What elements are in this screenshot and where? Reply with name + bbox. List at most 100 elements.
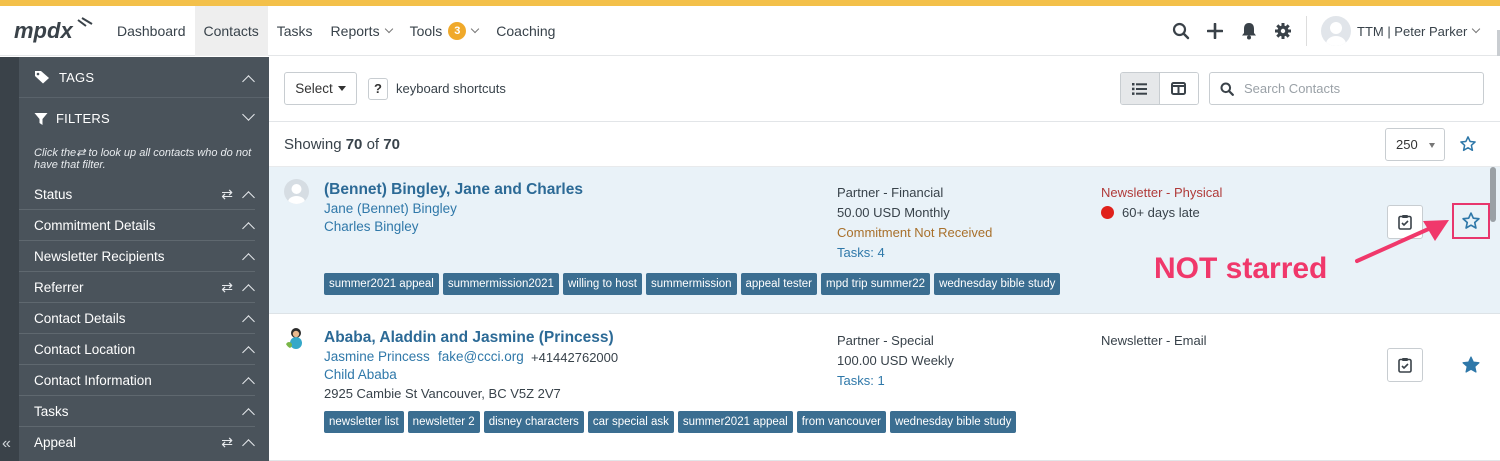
search-icon[interactable] [1164,6,1198,56]
contact-name-link[interactable]: Ababa, Aladdin and Jasmine (Princess) [324,329,614,347]
tag-chip[interactable]: car special ask [587,411,674,433]
newsletter-status: Newsletter - Email [1101,333,1207,348]
tags-label: TAGS [59,69,95,85]
plus-icon[interactable] [1198,6,1232,56]
bell-icon[interactable] [1232,6,1266,56]
star-filled-icon[interactable] [1461,355,1481,378]
tag-chip[interactable]: newsletter list [324,411,404,433]
filter-contact-information[interactable]: Contact Information [19,365,255,396]
filter-appeal[interactable]: Appeal ⇄ [19,427,255,458]
filter-newsletter-recipients[interactable]: Newsletter Recipients [19,241,255,272]
select-dropdown-button[interactable]: Select [284,72,357,105]
add-task-button[interactable] [1387,348,1423,382]
tag-chip[interactable]: wednesday bible study [889,411,1017,433]
person-link[interactable]: Jane (Bennet) Bingley [324,201,457,216]
tasks-link[interactable]: Tasks: 4 [837,245,885,260]
tag-chip[interactable]: newsletter 2 [407,411,480,433]
annotation-arrow [1355,220,1449,263]
sidebar-collapse-strip[interactable]: « [0,57,19,461]
contact-row[interactable]: Ababa, Aladdin and Jasmine (Princess) Ja… [269,315,1500,461]
commitment-amount: 100.00 USD Weekly [837,353,954,368]
tasks-link[interactable]: Tasks: 1 [837,373,885,388]
collapse-sidebar-icon[interactable]: « [2,435,11,453]
search-contacts-input[interactable] [1244,81,1464,96]
filter-commitment-details[interactable]: Commitment Details [19,210,255,241]
mpdx-logo[interactable]: mpdx [14,16,96,46]
filter-referrer[interactable]: Referrer ⇄ [19,272,255,303]
filter-status[interactable]: Status ⇄ [19,179,255,210]
user-label: TTM | Peter Parker [1357,23,1468,39]
filter-label: Newsletter Recipients [34,248,165,264]
filter-label: Contact Information [34,372,152,388]
swap-icon[interactable]: ⇄ [221,279,233,296]
email-link[interactable]: fake@ccci.org [438,349,524,364]
tag-chip[interactable]: appeal tester [740,273,818,295]
tag-chip[interactable]: summer2021 appeal [324,273,439,295]
columns-icon [1171,82,1187,95]
chevron-up-icon [242,189,255,204]
contact-row[interactable]: (Bennet) Bingley, Jane and Charles Jane … [269,167,1500,314]
filter-icon [34,112,48,125]
caret-down-icon [1429,143,1435,148]
avatar [1321,16,1351,46]
phone-number[interactable]: +41442762000 [531,350,618,365]
nav-contacts[interactable]: Contacts [194,6,268,56]
list-scrollbar-thumb[interactable] [1490,167,1496,222]
chevron-up-icon [242,344,255,359]
tag-chip[interactable]: from vancouver [796,411,886,433]
filter-label: Referrer [34,279,84,295]
keyboard-shortcuts-link[interactable]: keyboard shortcuts [396,81,506,96]
nav-reports[interactable]: Reports [322,6,401,56]
filter-contact-details[interactable]: Contact Details [19,303,255,334]
chevron-up-icon [242,220,255,235]
tag-chip[interactable]: willing to host [562,273,642,295]
filter-tasks[interactable]: Tasks [19,396,255,427]
tag-chip[interactable]: mpd trip summer22 [821,273,931,295]
tags-section-header[interactable]: TAGS [19,57,269,98]
filters-section-header[interactable]: FILTERS [19,98,269,139]
nav-dashboard[interactable]: Dashboard [108,6,195,56]
contact-name-link[interactable]: (Bennet) Bingley, Jane and Charles [324,181,583,199]
tag-chip[interactable]: summermission2021 [442,273,559,295]
person-link[interactable]: Charles Bingley [324,219,419,234]
filter-label: Appeal [34,435,77,450]
chevron-up-icon [242,73,255,88]
tag-chip[interactable]: disney characters [483,411,584,433]
star-filter-icon[interactable] [1459,135,1477,156]
nav-tasks-label: Tasks [276,23,313,39]
per-page-select[interactable]: 250 [1385,128,1445,161]
showing-count: Showing 70 of 70 [284,136,400,153]
user-menu[interactable]: TTM | Peter Parker [1321,16,1481,46]
clipboard-icon [1398,358,1412,373]
filter-contact-location[interactable]: Contact Location [19,334,255,365]
select-label: Select [295,81,333,96]
nav-coaching[interactable]: Coaching [487,6,564,56]
list-view-button[interactable] [1121,73,1160,104]
person-link[interactable]: Jasmine Princess [324,349,430,364]
tag-chip[interactable]: summermission [646,273,737,295]
gear-icon[interactable] [1266,6,1300,56]
chevron-up-icon [242,437,255,452]
split-view-button[interactable] [1159,73,1198,104]
contact-tags: newsletter list newsletter 2 disney char… [324,411,1017,433]
keyboard-shortcuts-button[interactable]: ? [368,78,388,100]
nav-tools[interactable]: Tools 3 [401,6,488,56]
newsletter-status: Newsletter - Physical [1101,185,1223,200]
swap-icon[interactable]: ⇄ [221,434,233,451]
caret-down-icon [337,86,346,91]
nav-tasks[interactable]: Tasks [268,6,322,56]
filter-help-note: Click the⇄ to look up all contacts who d… [34,147,252,171]
late-status: 60+ days late [1101,205,1200,220]
nav-divider [1306,16,1307,46]
filter-label: Tasks [34,403,69,419]
tag-chip[interactable]: summer2021 appeal [677,411,793,433]
filter-label: Contact Details [34,310,126,326]
star-outline-icon[interactable] [1461,211,1481,231]
person-link[interactable]: Child Ababa [324,367,397,382]
tag-chip[interactable]: wednesday bible study [934,273,1061,295]
swap-icon[interactable]: ⇄ [221,186,233,203]
search-icon [1220,82,1234,96]
chevron-up-icon [242,251,255,266]
search-contacts-box[interactable] [1209,72,1484,105]
contact-status: Partner - Special [837,333,934,348]
